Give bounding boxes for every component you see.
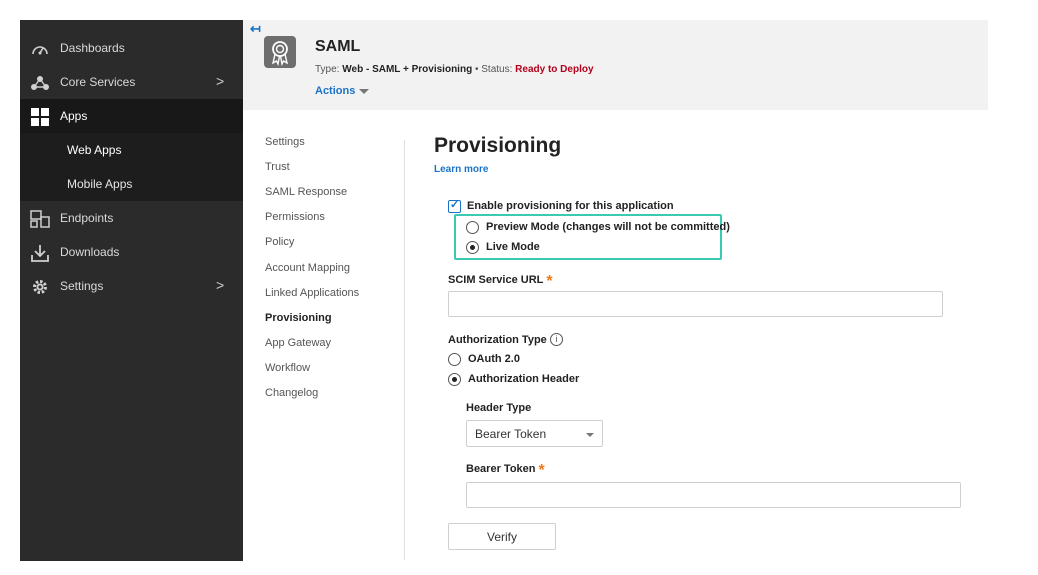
bearer-token-label-text: Bearer Token: [466, 463, 536, 475]
sidebar-item-mobile-apps[interactable]: Mobile Apps: [20, 167, 243, 201]
sidebar-item-apps[interactable]: Apps: [20, 99, 243, 133]
sidebar-item-settings[interactable]: Settings >: [20, 269, 243, 303]
menu-divider: [404, 140, 405, 560]
sidebar-item-core-services[interactable]: Core Services >: [20, 65, 243, 99]
caret-down-icon: [586, 433, 594, 437]
sidebar-item-dashboards[interactable]: Dashboards: [20, 31, 243, 65]
actions-dropdown[interactable]: Actions: [315, 85, 370, 97]
type-value: Web - SAML + Provisioning: [342, 64, 473, 75]
status-label: Status:: [481, 64, 513, 75]
sidebar: Dashboards Core Services > Apps Web Apps…: [20, 20, 243, 561]
back-arrow-icon[interactable]: ↤: [250, 21, 261, 37]
scim-url-input[interactable]: [448, 291, 943, 317]
status-value: Ready to Deploy: [515, 64, 594, 75]
learn-more-link[interactable]: Learn more: [434, 164, 488, 175]
live-mode-label: Live Mode: [486, 241, 540, 253]
enable-provisioning-checkbox[interactable]: ✓: [448, 199, 461, 213]
header-type-label: Header Type: [466, 402, 532, 414]
menu-item-trust[interactable]: Trust: [265, 161, 290, 173]
app-title: SAML: [315, 38, 361, 55]
apps-grid-icon: [31, 108, 49, 126]
sidebar-item-label: Endpoints: [60, 211, 114, 225]
sidebar-item-label: Apps: [60, 109, 88, 123]
menu-item-linked-applications[interactable]: Linked Applications: [265, 287, 359, 299]
enable-provisioning-label: Enable provisioning for this application: [467, 200, 674, 212]
chevron-right-icon: >: [216, 277, 225, 293]
bearer-token-input[interactable]: [466, 482, 961, 508]
authorization-header-radio[interactable]: [448, 373, 461, 386]
menu-item-permissions[interactable]: Permissions: [265, 211, 325, 223]
actions-label: Actions: [315, 85, 356, 97]
menu-item-account-mapping[interactable]: Account Mapping: [265, 262, 350, 274]
preview-mode-radio[interactable]: [466, 221, 479, 234]
live-mode-radio[interactable]: [466, 241, 479, 254]
menu-item-settings[interactable]: Settings: [265, 136, 305, 148]
sidebar-item-web-apps[interactable]: Web Apps: [20, 133, 243, 167]
menu-item-provisioning[interactable]: Provisioning: [265, 312, 332, 324]
app-header: ↤ SAML Type: Web - SAML + Provisioning •…: [243, 20, 988, 110]
menu-item-saml-response[interactable]: SAML Response: [265, 186, 347, 198]
type-label: Type:: [315, 64, 340, 75]
authorization-type-label: Authorization Type: [448, 334, 547, 346]
app-meta: Type: Web - SAML + Provisioning • Status…: [315, 64, 594, 75]
required-marker: *: [538, 462, 545, 479]
sidebar-item-label: Settings: [60, 279, 104, 293]
sidebar-item-label: Mobile Apps: [67, 177, 133, 191]
preview-mode-label: Preview Mode (changes will not be commit…: [486, 221, 730, 233]
sidebar-item-endpoints[interactable]: Endpoints: [20, 201, 243, 235]
sidebar-item-downloads[interactable]: Downloads: [20, 235, 243, 269]
sidebar-item-label: Web Apps: [67, 143, 122, 157]
chevron-right-icon: >: [216, 73, 225, 89]
menu-item-app-gateway[interactable]: App Gateway: [265, 337, 331, 349]
scim-url-label-text: SCIM Service URL: [448, 274, 544, 286]
page-title: Provisioning: [434, 134, 562, 157]
sidebar-item-label: Core Services: [60, 75, 136, 89]
header-type-select[interactable]: Bearer Token: [466, 420, 603, 447]
meta-separator: •: [474, 64, 479, 75]
sidebar-item-label: Downloads: [60, 245, 120, 259]
info-icon[interactable]: i: [550, 333, 563, 346]
endpoints-icon: [30, 210, 50, 228]
core-services-icon: [31, 76, 49, 90]
gear-icon: [33, 280, 47, 294]
scim-url-label: SCIM Service URL *: [448, 273, 553, 291]
caret-down-icon: [359, 88, 370, 94]
bearer-token-label: Bearer Token *: [466, 462, 545, 480]
sidebar-item-label: Dashboards: [60, 41, 125, 55]
verify-button[interactable]: Verify: [448, 523, 556, 550]
oauth-radio[interactable]: [448, 353, 461, 366]
menu-item-changelog[interactable]: Changelog: [265, 387, 318, 399]
oauth-label: OAuth 2.0: [468, 353, 520, 365]
menu-item-policy[interactable]: Policy: [265, 236, 294, 248]
required-marker: *: [546, 273, 553, 290]
menu-item-workflow[interactable]: Workflow: [265, 362, 310, 374]
app-certificate-icon: [264, 36, 296, 68]
authorization-header-label: Authorization Header: [468, 373, 580, 385]
download-icon: [31, 245, 49, 262]
checkmark-icon: ✓: [450, 199, 460, 211]
dashboard-gauge-icon: [32, 46, 48, 55]
header-type-value: Bearer Token: [475, 427, 547, 441]
